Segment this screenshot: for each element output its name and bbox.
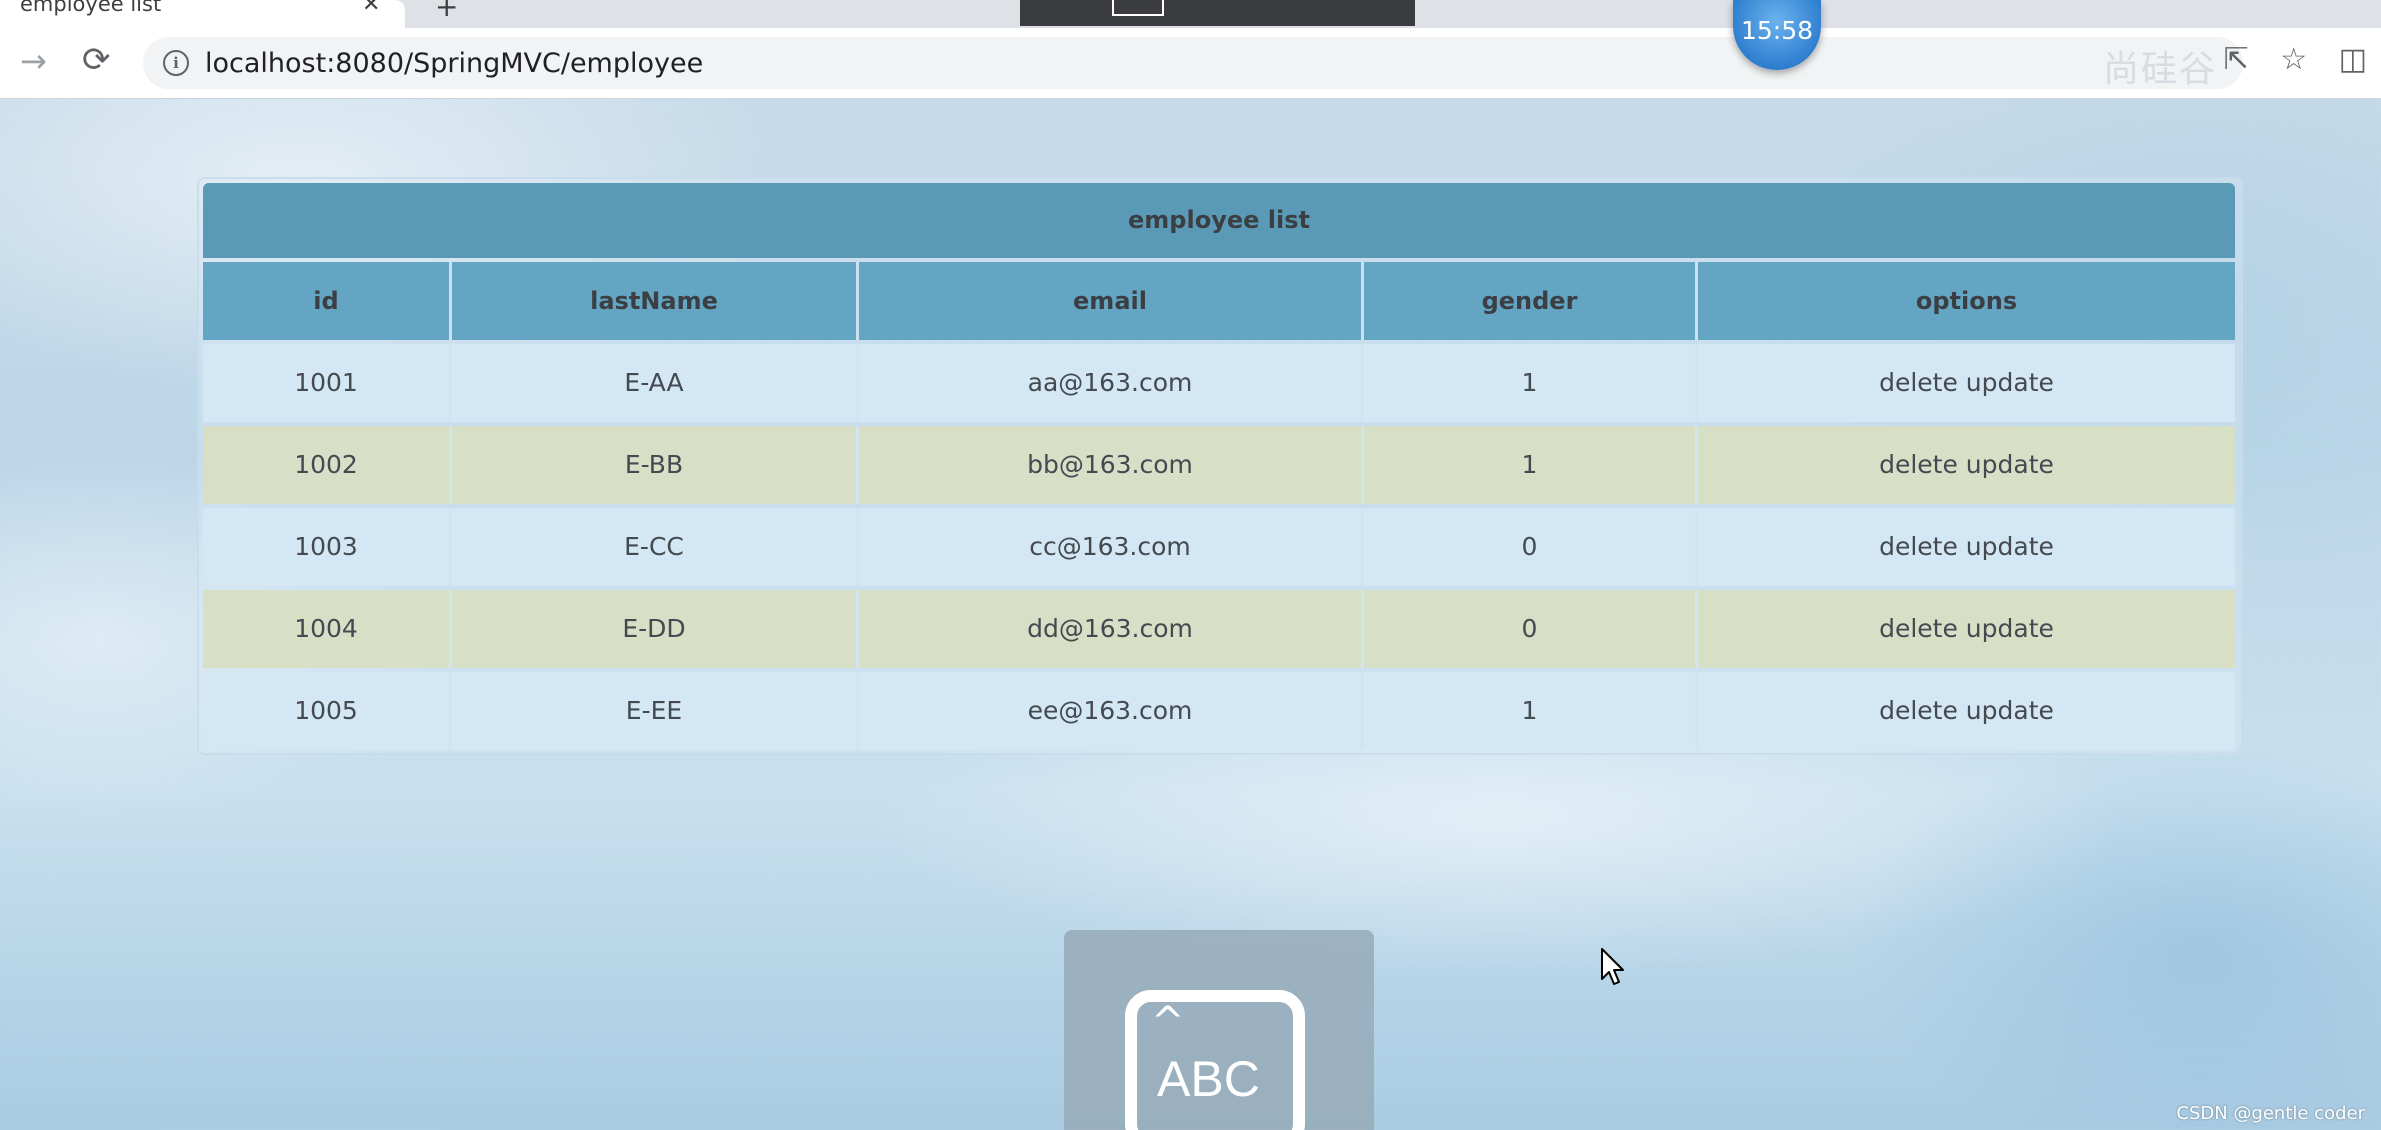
share-icon[interactable]: ⇱ (2224, 42, 2249, 77)
timer-text: 15:58 (1740, 16, 1814, 45)
keyboard-abc-icon: ^ ABC (1125, 990, 1305, 1130)
forward-icon[interactable]: → (20, 42, 47, 80)
table-header-row: id lastName email gender options (203, 262, 2235, 340)
video-overlay-strip (1020, 0, 1415, 26)
table-row: 1002 E-BB bb@163.com 1 delete update (203, 426, 2235, 504)
column-header-id: id (203, 262, 452, 340)
column-header-options: options (1698, 262, 2235, 340)
cell-lastname: E-DD (452, 590, 859, 668)
tab-title: employee list (20, 0, 162, 16)
table-row: 1001 E-AA aa@163.com 1 delete update (203, 344, 2235, 422)
address-bar[interactable]: i localhost:8080/SpringMVC/employee (143, 37, 2243, 89)
browser-tab[interactable]: employee list ✕ (0, 0, 405, 28)
cell-email: dd@163.com (859, 590, 1364, 668)
cell-gender: 0 (1364, 508, 1698, 586)
table-row: 1005 E-EE ee@163.com 1 delete update (203, 672, 2235, 750)
cell-gender: 0 (1364, 590, 1698, 668)
cell-options[interactable]: delete update (1698, 344, 2235, 422)
employee-table: employee list id lastName email gender o… (197, 177, 2243, 755)
column-header-email: email (859, 262, 1364, 340)
toolbar-actions: ⇱ ☆ ◫ (2202, 42, 2368, 77)
cell-options[interactable]: delete update (1698, 426, 2235, 504)
browser-toolbar: → ⟳ i localhost:8080/SpringMVC/employee … (0, 28, 2381, 99)
url-text[interactable]: localhost:8080/SpringMVC/employee (205, 48, 703, 79)
overlay-box (1112, 0, 1164, 16)
cell-lastname: E-BB (452, 426, 859, 504)
table-row: 1003 E-CC cc@163.com 0 delete update (203, 508, 2235, 586)
cell-options[interactable]: delete update (1698, 672, 2235, 750)
input-method-panel[interactable]: ^ ABC (1064, 930, 1374, 1130)
cell-lastname: E-CC (452, 508, 859, 586)
table-caption: employee list (203, 183, 2235, 258)
reload-icon[interactable]: ⟳ (82, 40, 111, 80)
cell-options[interactable]: delete update (1698, 590, 2235, 668)
cell-options[interactable]: delete update (1698, 508, 2235, 586)
tab-close-icon[interactable]: ✕ (362, 0, 380, 17)
mouse-cursor-icon (1601, 948, 1624, 985)
csdn-credit: CSDN @gentle coder (2176, 1103, 2365, 1124)
info-icon[interactable]: i (163, 50, 189, 76)
bookmark-star-icon[interactable]: ☆ (2280, 42, 2307, 77)
cell-email: ee@163.com (859, 672, 1364, 750)
cell-id: 1001 (203, 344, 452, 422)
table-row: 1004 E-DD dd@163.com 0 delete update (203, 590, 2235, 668)
caret-icon: ^ (1151, 999, 1185, 1045)
cell-lastname: E-AA (452, 344, 859, 422)
cell-gender: 1 (1364, 672, 1698, 750)
cell-id: 1005 (203, 672, 452, 750)
cell-id: 1003 (203, 508, 452, 586)
keyboard-label: ABC (1157, 1051, 1260, 1107)
column-header-gender: gender (1364, 262, 1698, 340)
cell-gender: 1 (1364, 426, 1698, 504)
cell-lastname: E-EE (452, 672, 859, 750)
cell-id: 1002 (203, 426, 452, 504)
side-panel-icon[interactable]: ◫ (2339, 42, 2367, 77)
new-tab-icon[interactable]: + (435, 0, 458, 23)
cell-email: bb@163.com (859, 426, 1364, 504)
tab-strip: employee list ✕ + (0, 0, 2381, 28)
cell-email: aa@163.com (859, 344, 1364, 422)
cell-id: 1004 (203, 590, 452, 668)
column-header-lastname: lastName (452, 262, 859, 340)
cell-gender: 1 (1364, 344, 1698, 422)
watermark-text: 尚硅谷 (2103, 49, 2218, 90)
cell-email: cc@163.com (859, 508, 1364, 586)
